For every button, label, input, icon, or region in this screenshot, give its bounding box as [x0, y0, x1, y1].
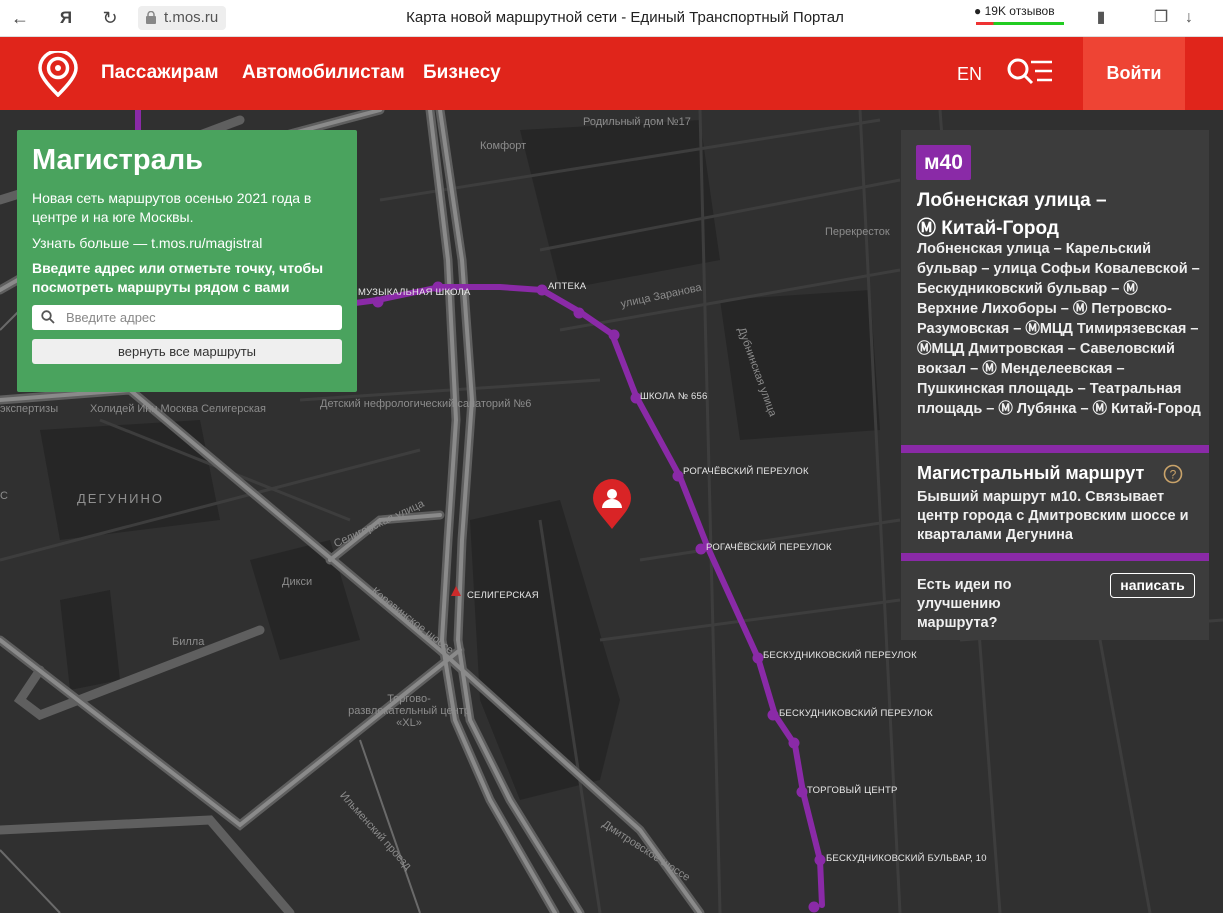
- panel-description: Новая сеть маршрутов осенью 2021 года в …: [32, 190, 312, 225]
- address-search-box[interactable]: [32, 305, 342, 330]
- learn-more-link[interactable]: Узнать больше — t.mos.ru/magistral: [32, 235, 342, 251]
- route-info-panel: м40 Лобненская улица – Ⓜ Китай-Город Лоб…: [901, 130, 1209, 640]
- address-bar[interactable]: t.mos.ru: [138, 6, 227, 30]
- site-header: Пассажирам Автомобилистам Бизнесу EN Вой…: [0, 37, 1223, 110]
- panel-title: Магистраль: [32, 144, 203, 176]
- magistral-route-title: Магистральный маршрут: [917, 463, 1145, 483]
- lock-icon: [146, 11, 156, 24]
- route-name: Лобненская улица – Ⓜ Китай-Город: [917, 187, 1197, 243]
- place-label: Перекресток: [825, 226, 890, 238]
- nav-business[interactable]: Бизнесу: [423, 62, 501, 84]
- address-input[interactable]: [66, 305, 336, 330]
- place-label: С: [0, 490, 8, 502]
- stop-label[interactable]: ШКОЛА № 656: [640, 391, 708, 402]
- stop-label[interactable]: БЕСКУДНИКОВСКИЙ ПЕРЕУЛОК: [779, 708, 933, 719]
- yandex-icon[interactable]: Я: [54, 6, 78, 30]
- place-label: экспертизы: [0, 403, 59, 415]
- separator: [901, 553, 1209, 561]
- browser-toolbar: ← Я ↻ t.mos.ru Карта новой маршрутной се…: [0, 0, 1223, 37]
- place-label: Детский нефрологический санаторий №6: [320, 398, 532, 410]
- collections-icon[interactable]: ❐: [1150, 7, 1172, 29]
- location-pin-icon[interactable]: [592, 478, 632, 530]
- stop-label[interactable]: РОГАЧЁВСКИЙ ПЕРЕУЛОК: [683, 466, 809, 477]
- place-label: Родильный дом №17: [583, 116, 691, 128]
- page-title: Карта новой маршрутной сети - Единый Тра…: [406, 9, 844, 26]
- bookmark-icon[interactable]: ▮: [1090, 7, 1112, 29]
- place-label: Комфорт: [480, 140, 527, 152]
- help-icon[interactable]: ?: [1163, 464, 1183, 484]
- reviews-rating-bar: [976, 22, 1064, 25]
- route-stops-list: Лобненская улица – Карельский бульвар – …: [917, 241, 1201, 417]
- reviews-badge[interactable]: ● 19K отзывов: [974, 4, 1055, 18]
- magistral-route-description: Бывший маршрут м10. Связывает центр горо…: [917, 489, 1189, 543]
- place-label: Торгово-развлекательный центр «XL»: [348, 693, 470, 729]
- place-label: Холидей Инн Москва Селигерская: [90, 403, 267, 415]
- comment-icon: ●: [974, 4, 982, 18]
- feedback-prompt: Есть идеи по улучшению маршрута?: [917, 577, 1012, 631]
- transport-logo-icon[interactable]: [38, 51, 78, 97]
- back-arrow-icon[interactable]: ←: [8, 6, 32, 30]
- stop-label[interactable]: БЕСКУДНИКОВСКИЙ БУЛЬВАР, 10: [826, 853, 987, 864]
- metro-station-label[interactable]: СЕЛИГЕРСКАЯ: [467, 590, 539, 601]
- route-name-line1: Лобненская улица –: [917, 190, 1107, 211]
- route-number-badge: м40: [916, 145, 971, 180]
- stop-label[interactable]: РОГАЧЁВСКИЙ ПЕРЕУЛОК: [706, 542, 832, 553]
- stop-label[interactable]: БЕСКУДНИКОВСКИЙ ПЕРЕУЛОК: [763, 650, 917, 661]
- magistral-info-panel: Магистраль Новая сеть маршрутов осенью 2…: [17, 130, 357, 392]
- stop-label[interactable]: ТОРГОВЫЙ ЦЕНТР: [807, 785, 897, 796]
- login-button[interactable]: Войти: [1083, 37, 1185, 110]
- search-menu-icon[interactable]: [1006, 57, 1054, 89]
- stop-label[interactable]: АПТЕКА: [548, 281, 586, 292]
- place-label: Дикси: [282, 576, 313, 588]
- search-icon: [41, 310, 55, 324]
- nav-motorists[interactable]: Автомобилистам: [242, 62, 405, 84]
- stop-label[interactable]: МУЗЫКАЛЬНАЯ ШКОЛА: [358, 287, 471, 298]
- download-icon[interactable]: ↓: [1178, 7, 1200, 29]
- place-label: Билла: [172, 636, 205, 648]
- address-prompt: Введите адрес или отметьте точку, чтобы …: [32, 260, 324, 295]
- reviews-count: 19K отзывов: [984, 4, 1055, 18]
- write-feedback-button[interactable]: написать: [1110, 573, 1195, 598]
- svg-text:?: ?: [1170, 468, 1177, 482]
- route-destination: Китай-Город: [941, 218, 1059, 239]
- district-label: ДЕГУНИНО: [77, 491, 165, 506]
- reload-icon[interactable]: ↻: [98, 6, 122, 30]
- url-text: t.mos.ru: [164, 9, 219, 26]
- separator: [901, 445, 1209, 453]
- nav-passengers[interactable]: Пассажирам: [101, 62, 219, 84]
- reset-routes-button[interactable]: вернуть все маршруты: [32, 339, 342, 364]
- language-switch[interactable]: EN: [957, 64, 982, 85]
- metro-icon: Ⓜ: [917, 218, 937, 239]
